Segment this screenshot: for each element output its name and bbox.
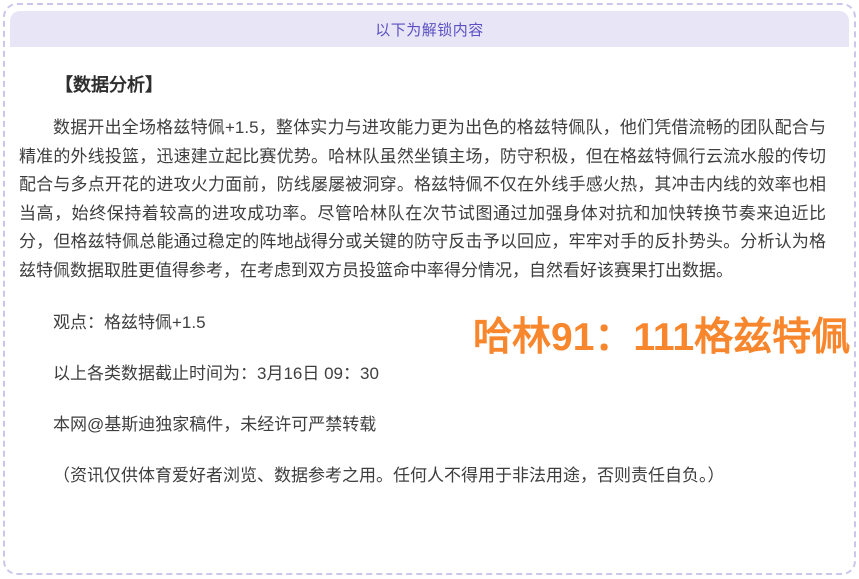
- copyright-line: 本网@基斯迪独家稿件，未经许可严禁转载: [19, 411, 826, 439]
- deadline-line: 以上各类数据截止时间为：3月16日 09：30: [19, 360, 826, 388]
- score-watermark: 哈林91：111格兹特佩: [473, 318, 850, 357]
- dashed-frame: 以下为解锁内容 【数据分析】 数据开出全场格兹特佩+1.5，整体实力与进攻能力更…: [3, 3, 856, 575]
- section-title: 【数据分析】: [19, 73, 826, 98]
- article-content: 【数据分析】 数据开出全场格兹特佩+1.5，整体实力与进攻能力更为出色的格兹特佩…: [5, 73, 854, 490]
- article-panel: 以下为解锁内容 【数据分析】 数据开出全场格兹特佩+1.5，整体实力与进攻能力更…: [0, 0, 859, 579]
- unlock-banner-label: 以下为解锁内容: [375, 19, 484, 40]
- analysis-paragraph: 数据开出全场格兹特佩+1.5，整体实力与进攻能力更为出色的格兹特佩队，他们凭借流…: [19, 114, 826, 286]
- unlock-banner: 以下为解锁内容: [10, 11, 849, 47]
- disclaimer-line: （资讯仅供体育爱好者浏览、数据参考之用。任何人不得用于非法用途，否则责任自负。）: [19, 462, 826, 490]
